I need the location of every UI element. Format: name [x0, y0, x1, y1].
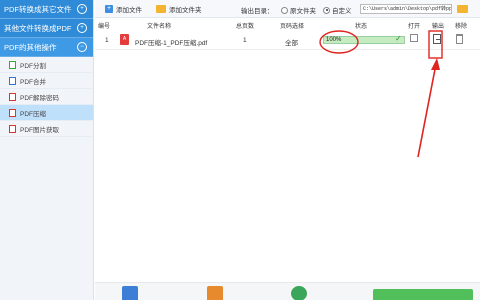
word-doc-icon[interactable]	[122, 286, 138, 300]
col-remove: 移除	[455, 24, 468, 30]
sidebar-header-pdf-to-other[interactable]: PDF转换成其它文件 +	[0, 0, 93, 19]
sidebar-item-pdf-merge[interactable]: PDF合并	[0, 73, 93, 89]
pdf-compress-icon	[9, 108, 16, 117]
ppt-doc-icon[interactable]	[207, 286, 223, 300]
add-file-label: 添加文件	[116, 6, 142, 14]
sidebar-item-label: PDF图片获取	[20, 126, 59, 134]
progress-bar: 100%	[323, 36, 405, 44]
browse-folder-icon[interactable]	[457, 5, 468, 13]
sidebar-item-pdf-unlock[interactable]: PDF解除密码	[0, 89, 93, 105]
sidebar: PDF转换成其它文件 + 其他文件转换成PDF + PDF的其他操作 − PDF…	[0, 0, 94, 300]
output-dir-label: 输出目录：	[241, 8, 274, 15]
minus-circle-icon: −	[77, 42, 87, 52]
pdf-split-icon	[9, 60, 16, 69]
trash-icon[interactable]	[456, 34, 463, 44]
radio-selected-icon	[323, 6, 330, 14]
sidebar-item-pdf-image-extract[interactable]: PDF图片获取	[0, 121, 93, 137]
table-row[interactable]: 1 A PDF压缩-1_PDF压缩.pdf 1 全部 100% ✓	[95, 30, 480, 50]
annotation-arrow-head	[431, 58, 440, 70]
sidebar-item-pdf-compress[interactable]: PDF压缩	[0, 105, 93, 121]
toolbar: + 添加文件 添加文件夹 输出目录： 原文件夹 自定义 C:\Users\adm…	[95, 0, 480, 18]
col-num: 编号	[98, 24, 111, 30]
pdf-unlock-icon	[9, 92, 16, 101]
radio-custom[interactable]: 自定义	[323, 5, 352, 15]
col-range: 页码选择	[280, 24, 305, 30]
table-header: 编号 文件名称 总页数 页码选择 状态 打开 输出 移除	[95, 18, 480, 30]
sidebar-header-pdf-other-ops[interactable]: PDF的其他操作 −	[0, 38, 93, 57]
plus-circle-icon: +	[77, 23, 87, 33]
sidebar-header-other-to-pdf[interactable]: 其他文件转换成PDF +	[0, 19, 93, 38]
folder-icon	[156, 4, 166, 13]
row-num: 1	[105, 37, 109, 44]
check-icon: ✓	[395, 34, 402, 43]
radio-original-label: 原文件夹	[290, 8, 316, 15]
sidebar-item-label: PDF合并	[20, 78, 46, 86]
bottom-bar	[95, 282, 480, 300]
sidebar-item-label: PDF压缩	[20, 110, 46, 118]
radio-icon	[281, 6, 288, 14]
row-filename: PDF压缩-1_PDF压缩.pdf	[135, 40, 208, 47]
sidebar-header-label: PDF的其他操作	[4, 42, 57, 52]
col-status: 状态	[355, 24, 368, 30]
sidebar-item-label: PDF解除密码	[20, 94, 59, 102]
row-pages: 1	[243, 37, 247, 44]
support-icon[interactable]	[291, 286, 307, 300]
add-folder-label: 添加文件夹	[169, 6, 202, 14]
plus-circle-icon: +	[77, 4, 87, 14]
add-file-button[interactable]: + 添加文件	[105, 4, 142, 14]
sidebar-header-label: 其他文件转换成PDF	[4, 23, 72, 33]
col-name: 文件名称	[147, 24, 172, 30]
pdf-image-icon	[9, 124, 16, 133]
annotation-arrow-line	[417, 63, 437, 158]
progress-text: 100%	[326, 37, 342, 43]
sidebar-item-pdf-split[interactable]: PDF分割	[0, 57, 93, 73]
radio-custom-label: 自定义	[332, 8, 352, 15]
sidebar-header-label: PDF转换成其它文件	[4, 4, 72, 14]
add-folder-button[interactable]: 添加文件夹	[156, 4, 202, 14]
pdf-merge-icon	[9, 76, 16, 85]
add-icon: +	[105, 4, 113, 13]
col-output: 输出	[432, 24, 445, 30]
sidebar-item-label: PDF分割	[20, 62, 46, 70]
radio-original-folder[interactable]: 原文件夹	[281, 5, 316, 15]
output-path-input[interactable]: C:\Users\admin\Desktop\pdf转ppt	[360, 4, 452, 14]
start-button[interactable]	[373, 289, 473, 300]
output-file-icon[interactable]	[433, 34, 441, 44]
row-range: 全部	[285, 40, 298, 47]
pdf-file-icon: A	[120, 34, 129, 45]
col-pages: 总页数	[236, 24, 255, 30]
col-open: 打开	[408, 24, 421, 30]
open-file-icon[interactable]	[410, 34, 418, 42]
